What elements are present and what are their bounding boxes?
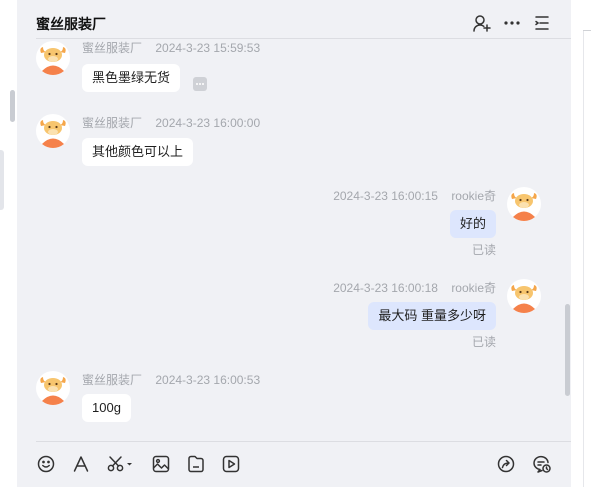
sender-name: 蜜丝服装厂 — [82, 373, 143, 387]
message-meta: 蜜丝服装厂 2024-3-23 15:59:53 — [82, 39, 260, 56]
timestamp: 2024-3-23 16:00:53 — [155, 373, 261, 387]
side-panel-edge — [583, 30, 591, 487]
file-icon[interactable] — [186, 454, 206, 474]
message-bubble[interactable]: 好的 — [449, 210, 496, 238]
chat-header: 蜜丝服装厂 — [17, 0, 571, 38]
input-divider — [36, 441, 571, 442]
timestamp: 2024-3-23 15:59:53 — [155, 41, 261, 55]
left-scrollbar[interactable] — [10, 90, 15, 122]
message-bubble[interactable]: 其他颜色可以上 — [82, 138, 194, 166]
sender-name: 蜜丝服装厂 — [82, 41, 143, 55]
user-avatar[interactable] — [507, 279, 541, 313]
sender-name: rookie奇 — [451, 281, 496, 295]
video-icon[interactable] — [221, 454, 241, 474]
timestamp: 2024-3-23 16:00:00 — [155, 116, 261, 130]
sender-name: 蜜丝服装厂 — [82, 116, 143, 130]
share-icon[interactable] — [496, 454, 516, 474]
font-icon[interactable] — [71, 454, 91, 474]
message-meta: 2024-3-23 16:00:15 rookie奇 — [333, 187, 496, 204]
chat-title: 蜜丝服装厂 — [36, 16, 106, 32]
left-gutter — [0, 0, 17, 487]
emoji-icon[interactable] — [36, 454, 56, 474]
collapse-handle[interactable] — [0, 150, 4, 210]
user-avatar[interactable] — [507, 187, 541, 221]
contact-avatar[interactable] — [36, 114, 70, 148]
read-status: 已读 — [471, 335, 496, 349]
message-meta: 蜜丝服装厂 2024-3-23 16:00:00 — [82, 114, 260, 131]
message-list: 蜜丝服装厂 2024-3-23 15:59:53 黑色墨绿无货 蜜丝服装厂 20… — [17, 39, 571, 441]
scissors-icon[interactable] — [106, 454, 134, 474]
read-status: 已读 — [471, 243, 496, 257]
side-panel-divider — [583, 30, 591, 31]
chat-history-icon[interactable] — [532, 454, 552, 474]
sender-name: rookie奇 — [451, 189, 496, 203]
timestamp: 2024-3-23 16:00:15 — [333, 189, 438, 203]
more-icon[interactable] — [502, 13, 522, 33]
add-member-icon[interactable] — [472, 13, 492, 33]
contact-avatar[interactable] — [36, 371, 70, 405]
message-bubble[interactable]: 最大码 重量多少呀 — [368, 302, 496, 330]
image-icon[interactable] — [151, 454, 171, 474]
message-bubble[interactable]: 100g — [82, 394, 131, 422]
message-bubble[interactable]: 黑色墨绿无货 — [82, 64, 181, 92]
message-meta: 2024-3-23 16:00:18 rookie奇 — [333, 279, 496, 296]
contact-avatar[interactable] — [36, 41, 70, 75]
more-options-icon[interactable] — [193, 77, 207, 91]
message-meta: 蜜丝服装厂 2024-3-23 16:00:53 — [82, 371, 260, 388]
chat-panel: 蜜丝服装厂 蜜丝服装厂 2024-3-23 15:59:53 黑色墨绿无货 蜜丝… — [17, 0, 571, 487]
chat-scrollbar[interactable] — [565, 304, 570, 396]
timestamp: 2024-3-23 16:00:18 — [333, 281, 438, 295]
menu-list-icon[interactable] — [532, 13, 552, 33]
